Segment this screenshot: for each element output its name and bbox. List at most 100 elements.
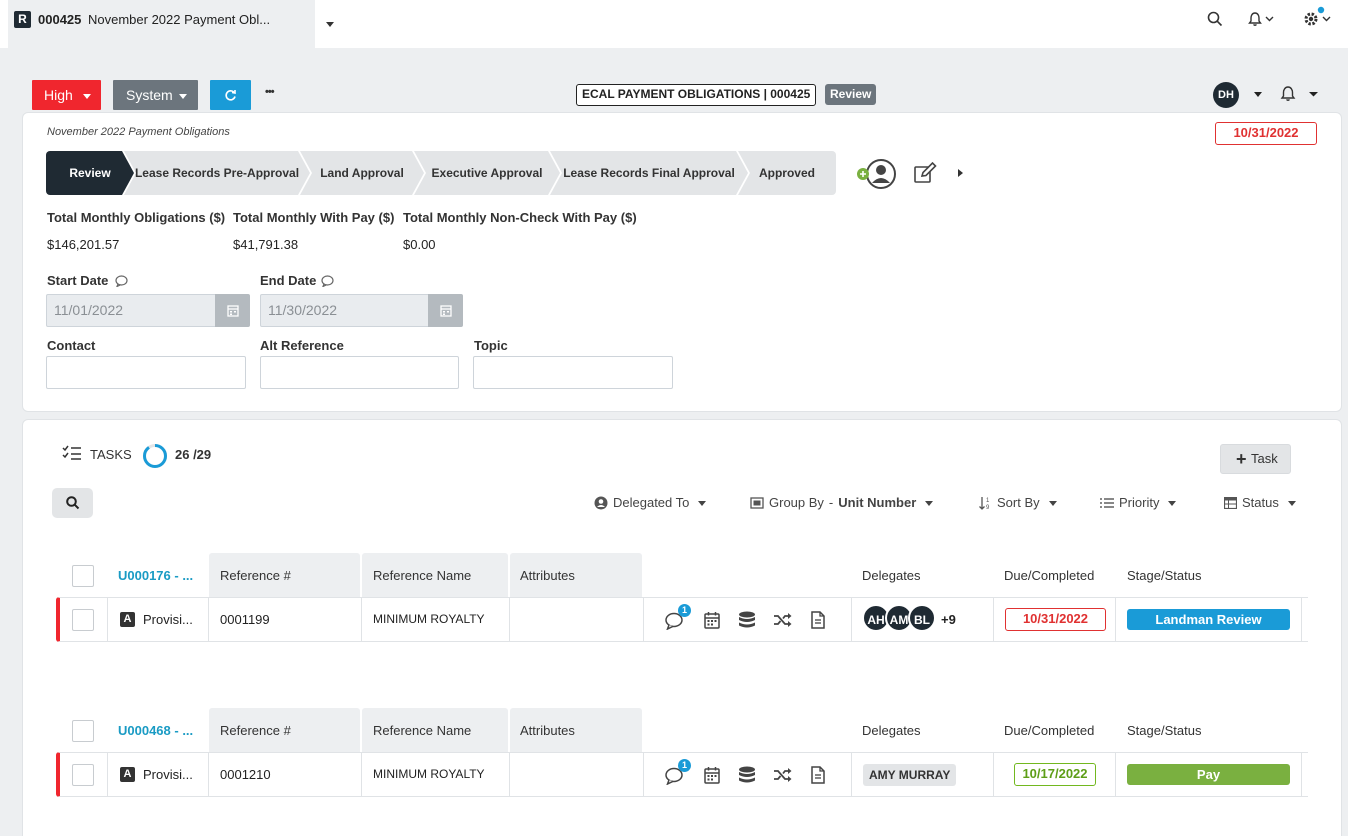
reference-name-column-header[interactable]: Reference Name [362,708,508,752]
group-by-filter[interactable]: Group By - Unit Number [750,495,934,510]
status-badge[interactable]: Pay [1127,764,1290,785]
sort-icon: 19 [979,496,990,510]
due-header-label: Due/Completed [1004,568,1095,583]
calendar-icon[interactable] [704,611,720,629]
delegate-name-tag[interactable]: AMY MURRAY [863,764,957,786]
stage-lease-records-pre-approval[interactable]: Lease Records Pre-Approval [124,151,310,195]
group-select-checkbox[interactable] [72,720,94,742]
search-icon [66,496,80,510]
priority-dropdown[interactable]: High [32,80,101,110]
unit-number-link[interactable]: U000176 - ... [118,568,193,583]
tab-record-title: November 2022 Payment Obl... [88,12,271,27]
comments-icon[interactable]: 1 [665,759,691,785]
record-due-date[interactable]: 10/31/2022 [1215,122,1317,145]
attributes-column-header[interactable]: Attributes [510,553,642,597]
task-search-button[interactable] [52,488,93,518]
task-group-header: U000176 - ... Reference # Reference Name… [60,553,1308,598]
attributes-column-header[interactable]: Attributes [510,708,642,752]
comment-count-badge: 1 [678,759,691,772]
due-cell: 10/31/2022 [994,598,1116,641]
more-options-icon[interactable]: ••• [265,86,275,98]
group-select-checkbox[interactable] [72,565,94,587]
user-menu-chevron-icon[interactable] [1254,86,1262,101]
app-logo: R [14,11,31,28]
stage-executive-approval[interactable]: Executive Approval [414,151,560,195]
reference-column-header[interactable]: Reference # [209,708,360,752]
type-label: Provisi... [143,612,193,627]
start-date-calendar-button[interactable] [215,294,250,327]
unit-number-link[interactable]: U000468 - ... [118,723,193,738]
attributes-header-label: Attributes [520,723,575,738]
comment-icon[interactable] [321,275,334,287]
comments-icon[interactable]: 1 [665,604,691,630]
table-row[interactable]: A Provisi... 0001199 MINIMUM ROYALTY 1 A… [56,597,1308,642]
edit-icon[interactable] [913,162,937,184]
system-dropdown[interactable]: System [113,80,198,110]
chevron-down-icon [1048,495,1057,510]
calendar-icon[interactable] [704,766,720,784]
reference-name-column-header[interactable]: Reference Name [362,553,508,597]
add-user-icon[interactable] [855,158,899,190]
start-date-input[interactable]: 11/01/2022 [46,294,216,327]
row-select-checkbox[interactable] [72,764,94,786]
database-icon[interactable] [738,766,756,784]
topic-label: Topic [474,338,508,353]
database-icon[interactable] [738,611,756,629]
contact-input[interactable] [46,356,246,389]
topic-input[interactable] [473,356,673,389]
settings-gear-icon[interactable] [1302,6,1336,28]
search-icon[interactable] [1207,11,1223,27]
end-date-input[interactable]: 11/30/2022 [260,294,429,327]
reference-name-value: MINIMUM ROYALTY [373,767,485,781]
status-filter-label: Status [1242,495,1279,510]
record-bell-icon[interactable] [1280,85,1320,103]
record-tab[interactable]: R 000425 November 2022 Payment Obl... [8,0,315,48]
stage-lease-records-final-approval[interactable]: Lease Records Final Approval [550,151,748,195]
chevron-right-icon[interactable] [957,168,964,178]
refresh-button[interactable] [210,80,251,110]
delegate-avatar[interactable]: BL [908,604,936,632]
tab-dropdown-icon[interactable] [326,16,334,31]
add-task-button[interactable]: + Task [1220,444,1291,474]
type-badge: A [120,767,135,782]
shuffle-icon[interactable] [773,767,793,783]
delegates-more-count[interactable]: +9 [941,612,956,627]
table-icon [1224,496,1237,509]
stage-badge: Review [825,84,877,105]
calendar-icon [226,305,239,317]
priority-filter[interactable]: Priority [1100,495,1177,510]
attributes-header-label: Attributes [520,568,575,583]
shuffle-icon[interactable] [773,612,793,628]
reference-column-header[interactable]: Reference # [209,553,360,597]
comment-icon[interactable] [115,275,128,287]
refresh-icon [225,90,236,101]
row-select-cell [60,753,108,796]
document-icon[interactable] [811,766,825,784]
delegated-to-filter[interactable]: Delegated To [594,495,707,510]
stage-review[interactable]: Review [46,151,134,195]
due-date-badge: 10/31/2022 [1005,608,1106,631]
end-date-calendar-button[interactable] [428,294,463,327]
reference-name-header-label: Reference Name [373,568,472,583]
comment-count-badge: 1 [678,604,691,617]
due-cell: 10/17/2022 [994,753,1116,796]
table-row[interactable]: A Provisi... 0001210 MINIMUM ROYALTY 1 A… [56,752,1308,797]
stage-land-approval[interactable]: Land Approval [300,151,424,195]
notifications-bell-icon[interactable] [1248,11,1278,27]
group-by-separator: - [828,495,834,510]
document-icon[interactable] [811,611,825,629]
contact-label: Contact [47,338,96,353]
row-actions-cell: 1 [644,753,852,796]
stage-header-label: Stage/Status [1127,723,1202,738]
delegates-cell: AH AM BL +9 [852,598,994,641]
row-actions-cell: 1 [644,598,852,641]
reference-name-value: MINIMUM ROYALTY [373,612,485,626]
plus-icon: + [1236,449,1247,469]
row-select-checkbox[interactable] [72,609,94,631]
status-badge[interactable]: Landman Review [1127,609,1290,630]
stage-approved[interactable]: Approved [738,151,836,195]
status-filter[interactable]: Status [1224,495,1296,510]
sort-by-filter[interactable]: 19 Sort By [979,495,1057,510]
user-avatar[interactable]: DH [1213,82,1239,108]
alt-reference-input[interactable] [260,356,459,389]
